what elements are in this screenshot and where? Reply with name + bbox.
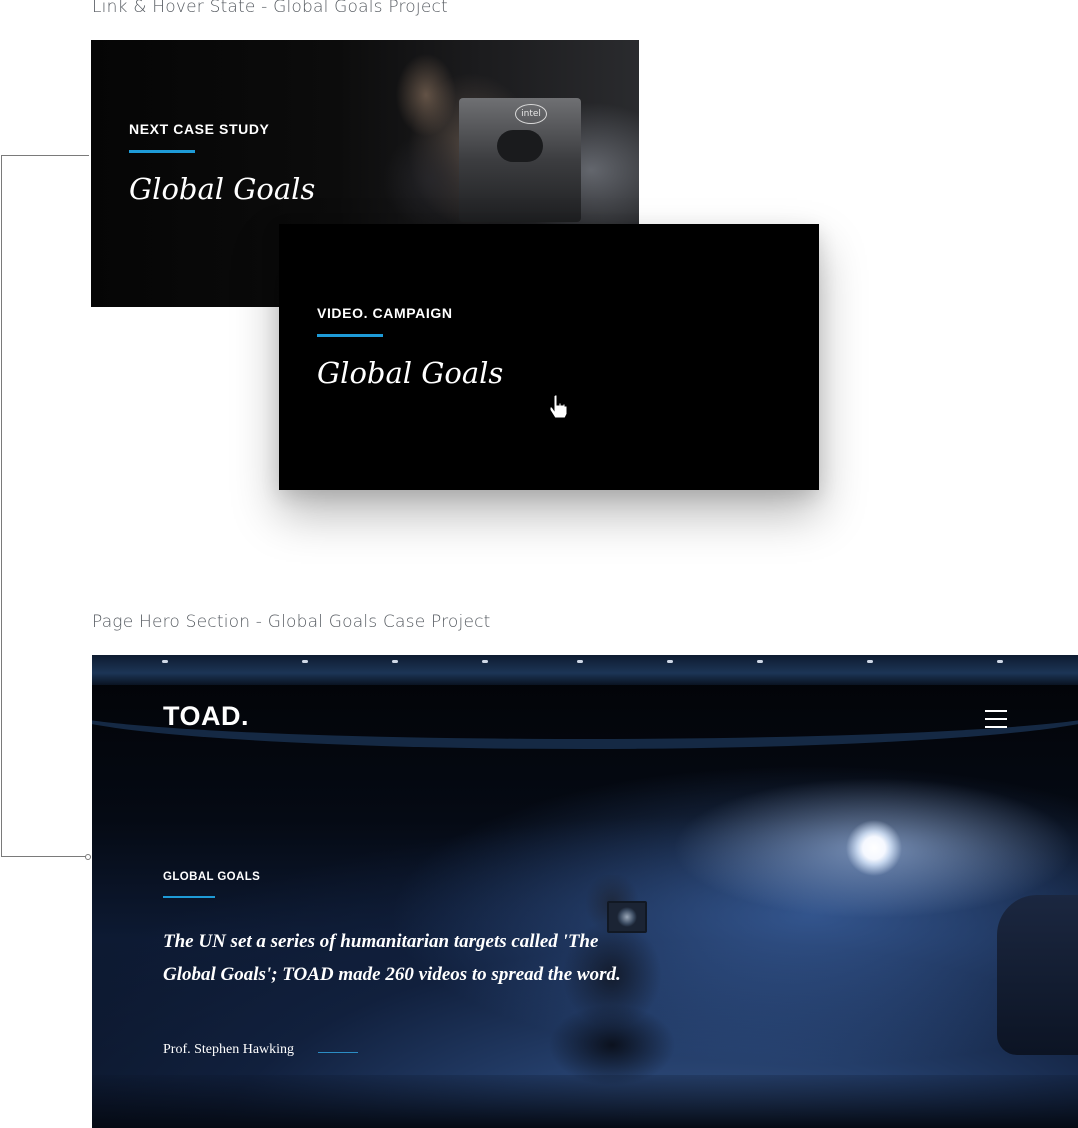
hand-pointer-icon (549, 394, 568, 419)
connector-line (1, 155, 89, 857)
connector-dot (85, 854, 91, 860)
hero-accent-rule (163, 896, 215, 898)
card-photo-device: intel (459, 98, 581, 222)
page-hero: TOAD. GLOBAL GOALS The UN set a series o… (92, 655, 1078, 1128)
card-accent-rule (317, 334, 383, 337)
hero-author: Prof. Stephen Hawking (163, 1042, 295, 1057)
hero-author-rule (318, 1052, 358, 1053)
device-logo: intel (515, 104, 547, 124)
hero-floor (92, 1075, 1078, 1128)
ceiling-light (997, 660, 1003, 663)
section-label-link-hover: Link & Hover State - Global Goals Projec… (92, 0, 448, 17)
ceiling-light (482, 660, 488, 663)
device-lens (497, 130, 543, 162)
card-eyebrow: VIDEO. CAMPAIGN (317, 305, 453, 321)
ceiling-light (392, 660, 398, 663)
hamburger-menu-icon[interactable] (985, 710, 1007, 730)
ceiling-light (757, 660, 763, 663)
hero-eyebrow: GLOBAL GOALS (163, 871, 261, 883)
ceiling-light (162, 660, 168, 663)
toad-logo[interactable]: TOAD. (163, 701, 249, 732)
hero-console (997, 895, 1078, 1055)
hero-quote: The UN set a series of humanitarian targ… (163, 931, 621, 985)
hover-state-card[interactable]: VIDEO. CAMPAIGN Global Goals (279, 224, 819, 490)
card-eyebrow: NEXT CASE STUDY (129, 121, 270, 137)
ceiling-light (302, 660, 308, 663)
section-label-page-hero: Page Hero Section - Global Goals Case Pr… (92, 612, 491, 632)
ceiling-light (577, 660, 583, 663)
card-accent-rule (129, 150, 195, 153)
card-title[interactable]: Global Goals (317, 356, 503, 390)
card-title[interactable]: Global Goals (129, 172, 315, 206)
ceiling-light (867, 660, 873, 663)
ceiling-light (667, 660, 673, 663)
